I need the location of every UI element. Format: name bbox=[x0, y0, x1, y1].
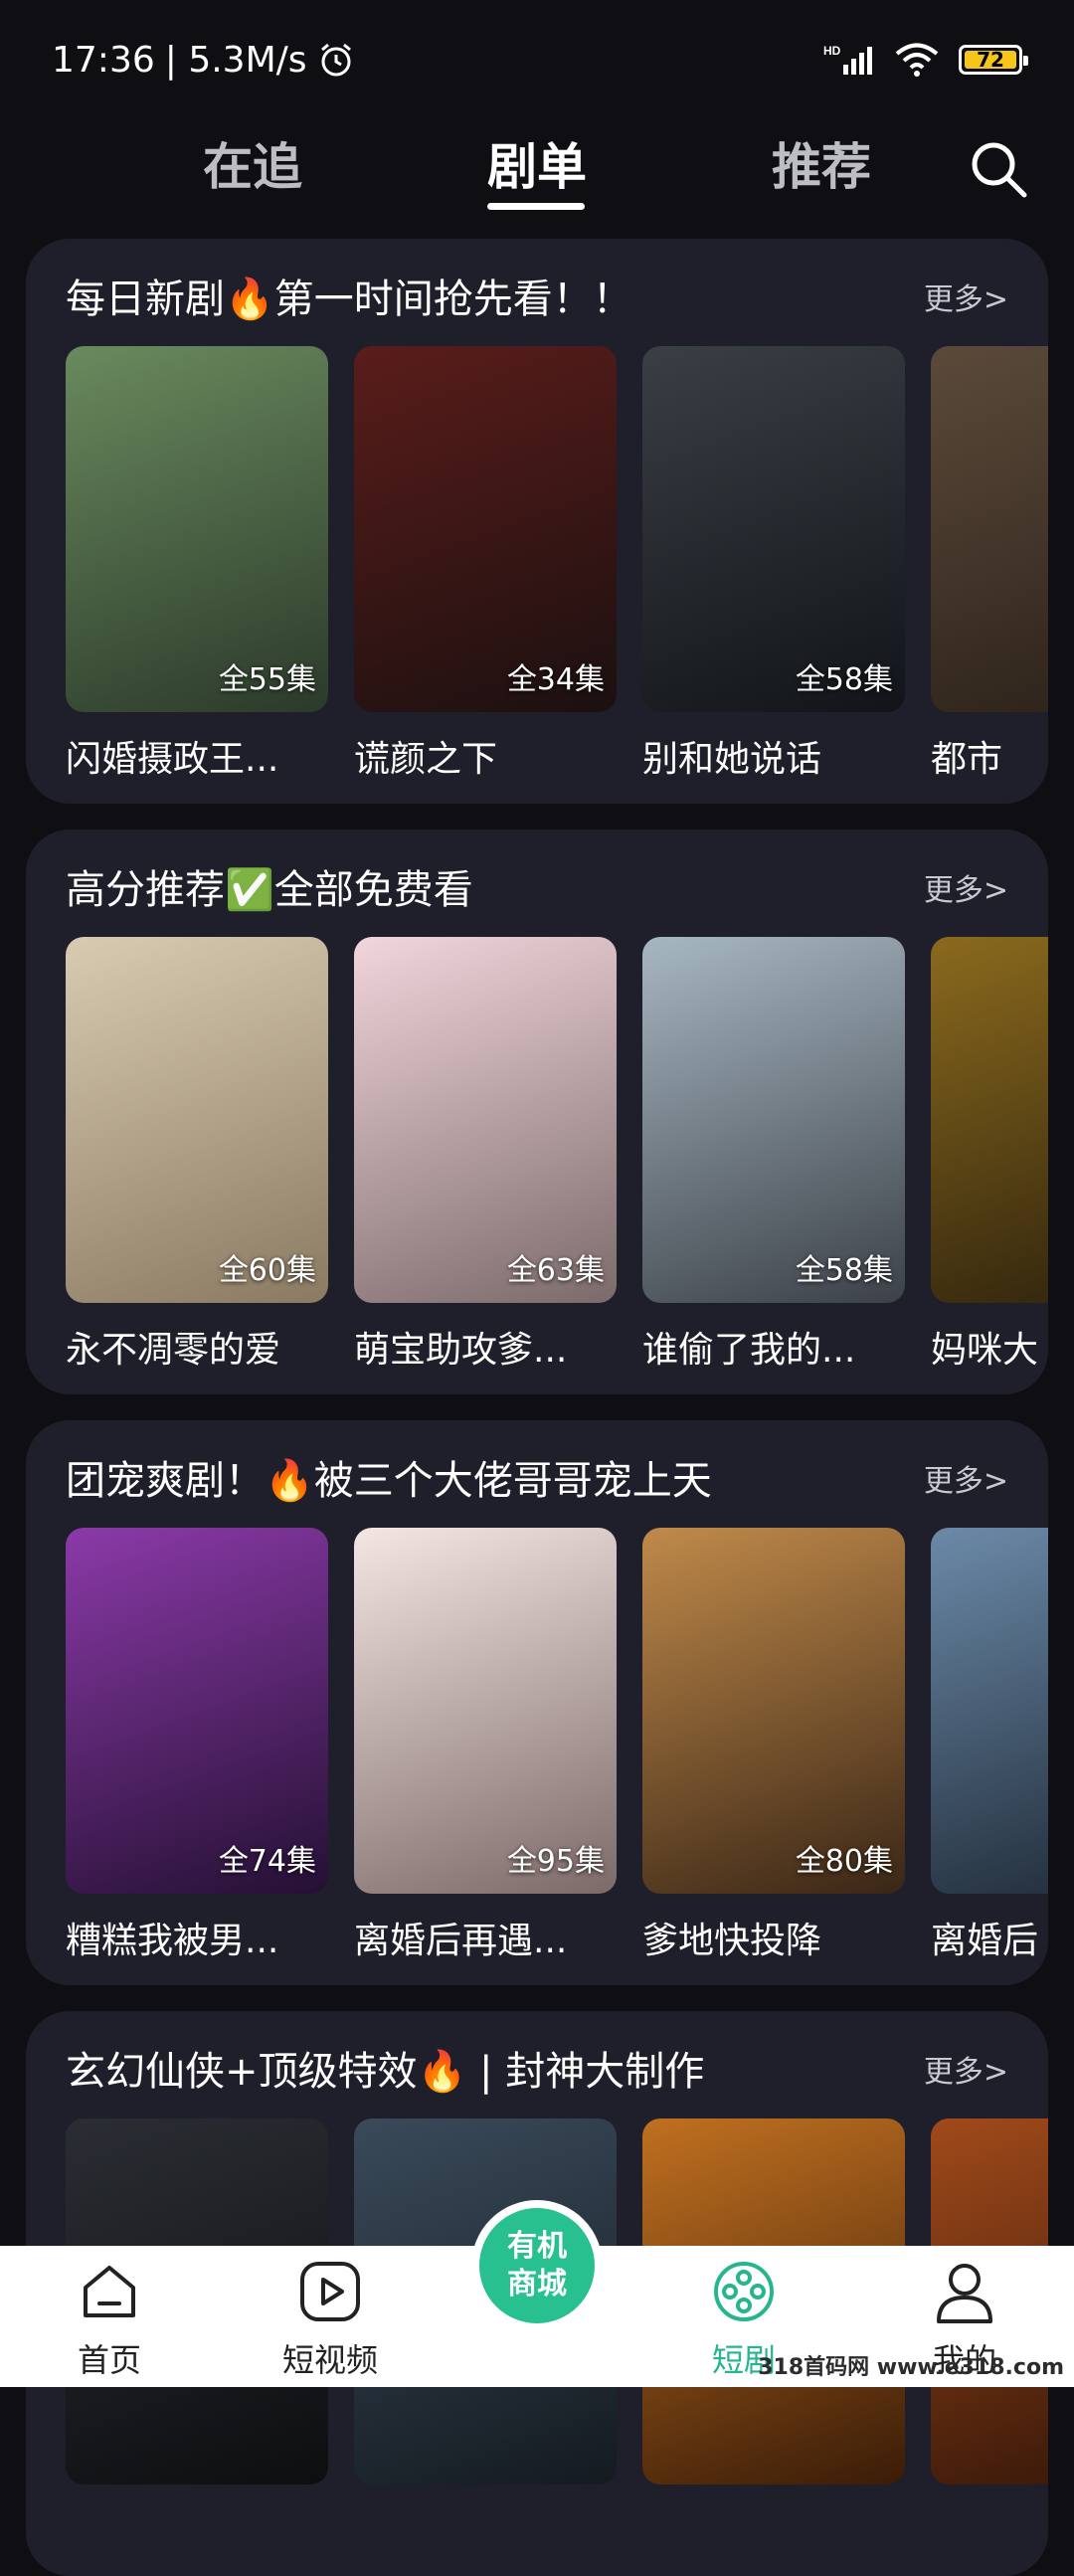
drama-poster[interactable]: 全80集 bbox=[642, 1528, 905, 1894]
episode-count: 全63集 bbox=[507, 1245, 605, 1289]
drama-section: 每日新剧🔥第一时间抢先看！！更多>全55集闪婚摄政王...全34集谎颜之下全58… bbox=[26, 239, 1048, 804]
drama-poster[interactable]: 全74集 bbox=[66, 1528, 328, 1894]
status-time: 17:36 bbox=[52, 40, 155, 81]
section-title: 每日新剧🔥第一时间抢先看！！ bbox=[66, 267, 632, 324]
network-speed: | 5.3M/s bbox=[165, 40, 307, 81]
battery-level: 72 bbox=[965, 51, 1016, 69]
drama-carousel[interactable]: 全60集永不凋零的爱全63集萌宝助攻爹...全58集谁偷了我的...妈咪大 bbox=[66, 937, 1048, 1375]
nav-home-label: 首页 bbox=[30, 2335, 189, 2381]
drama-card[interactable]: 全63集萌宝助攻爹... bbox=[354, 937, 617, 1373]
drama-card[interactable]: 全55集闪婚摄政王... bbox=[66, 346, 328, 782]
drama-card[interactable]: 全58集别和她说话 bbox=[642, 346, 905, 782]
signal-icon: HD bbox=[823, 43, 875, 77]
wifi-icon bbox=[895, 43, 939, 77]
drama-poster[interactable]: 全58集 bbox=[642, 937, 905, 1303]
section-title: 团宠爽剧！🔥被三个大佬哥哥宠上天 bbox=[66, 1448, 712, 1506]
nav-short-video-label: 短视频 bbox=[251, 2335, 410, 2381]
film-reel-icon bbox=[710, 2258, 778, 2325]
drama-poster[interactable]: 全58集 bbox=[642, 346, 905, 712]
drama-card[interactable]: 全74集糟糕我被男... bbox=[66, 1528, 328, 1963]
poster-image bbox=[931, 1528, 1048, 1894]
drama-card[interactable]: 全95集离婚后再遇... bbox=[354, 1528, 617, 1963]
drama-poster[interactable] bbox=[931, 937, 1048, 1303]
organic-mall-button[interactable]: 有机 商城 bbox=[471, 2200, 603, 2331]
more-link[interactable]: 更多> bbox=[924, 1456, 1008, 1500]
episode-count: 全95集 bbox=[507, 1836, 605, 1880]
battery-icon: 72 bbox=[959, 45, 1022, 75]
alarm-icon bbox=[317, 41, 355, 79]
drama-title: 谎颜之下 bbox=[354, 730, 617, 782]
drama-poster[interactable]: 全60集 bbox=[66, 937, 328, 1303]
drama-section: 团宠爽剧！🔥被三个大佬哥哥宠上天更多>全74集糟糕我被男...全95集离婚后再遇… bbox=[26, 1420, 1048, 1985]
nav-home[interactable]: 首页 bbox=[30, 2258, 189, 2381]
drama-card[interactable]: 妈咪大 bbox=[931, 937, 1048, 1373]
drama-poster[interactable]: 全55集 bbox=[66, 346, 328, 712]
mall-label-line2: 商城 bbox=[507, 2266, 567, 2303]
play-icon bbox=[296, 2258, 364, 2325]
drama-poster[interactable]: 全63集 bbox=[354, 937, 617, 1303]
tab-following[interactable]: 在追 bbox=[203, 127, 302, 199]
drama-title: 谁偷了我的... bbox=[642, 1321, 905, 1373]
drama-section: 高分推荐✅全部免费看更多>全60集永不凋零的爱全63集萌宝助攻爹...全58集谁… bbox=[26, 829, 1048, 1394]
more-link[interactable]: 更多> bbox=[924, 2047, 1008, 2091]
drama-title: 闪婚摄政王... bbox=[66, 730, 328, 782]
home-icon bbox=[76, 2258, 143, 2325]
section-title: 高分推荐✅全部免费看 bbox=[66, 857, 473, 915]
episode-count: 全55集 bbox=[219, 654, 316, 698]
drama-card[interactable]: 全60集永不凋零的爱 bbox=[66, 937, 328, 1373]
mall-label-line1: 有机 bbox=[507, 2228, 567, 2266]
episode-count: 全60集 bbox=[219, 1245, 316, 1289]
drama-card[interactable]: 全34集谎颜之下 bbox=[354, 346, 617, 782]
episode-count: 全80集 bbox=[796, 1836, 893, 1880]
nav-short-video[interactable]: 短视频 bbox=[251, 2258, 410, 2381]
drama-title: 萌宝助攻爹... bbox=[354, 1321, 617, 1373]
more-link[interactable]: 更多> bbox=[924, 865, 1008, 909]
episode-count: 全74集 bbox=[219, 1836, 316, 1880]
episode-count: 全34集 bbox=[507, 654, 605, 698]
svg-text:HD: HD bbox=[823, 44, 841, 58]
drama-carousel[interactable]: 全74集糟糕我被男...全95集离婚后再遇...全80集爹地快投降离婚后 bbox=[66, 1528, 1048, 1965]
drama-title: 离婚后再遇... bbox=[354, 1912, 617, 1963]
search-icon[interactable] bbox=[967, 137, 1030, 201]
poster-image bbox=[931, 937, 1048, 1303]
episode-count: 全58集 bbox=[796, 654, 893, 698]
drama-card[interactable]: 都市 bbox=[931, 346, 1048, 782]
drama-title: 别和她说话 bbox=[642, 730, 905, 782]
drama-title: 糟糕我被男... bbox=[66, 1912, 328, 1963]
watermark: 318首码网 www.e318.com bbox=[758, 2349, 1064, 2381]
drama-carousel[interactable]: 全55集闪婚摄政王...全34集谎颜之下全58集别和她说话都市 bbox=[66, 346, 1048, 784]
drama-title: 永不凋零的爱 bbox=[66, 1321, 328, 1373]
drama-card[interactable]: 全58集谁偷了我的... bbox=[642, 937, 905, 1373]
user-icon bbox=[931, 2258, 998, 2325]
drama-title: 妈咪大 bbox=[931, 1321, 1048, 1373]
drama-card[interactable]: 离婚后 bbox=[931, 1528, 1048, 1963]
drama-poster[interactable]: 全95集 bbox=[354, 1528, 617, 1894]
drama-poster[interactable] bbox=[931, 346, 1048, 712]
episode-count: 全58集 bbox=[796, 1245, 893, 1289]
more-link[interactable]: 更多> bbox=[924, 275, 1008, 318]
tab-recommend[interactable]: 推荐 bbox=[772, 127, 871, 199]
drama-title: 离婚后 bbox=[931, 1912, 1048, 1963]
active-tab-indicator bbox=[487, 203, 585, 210]
tab-playlist[interactable]: 剧单 bbox=[487, 127, 587, 199]
poster-image bbox=[931, 346, 1048, 712]
drama-poster[interactable] bbox=[931, 1528, 1048, 1894]
drama-title: 都市 bbox=[931, 730, 1048, 782]
status-bar: 17:36 | 5.3M/s HD 72 bbox=[0, 0, 1074, 119]
drama-poster[interactable]: 全34集 bbox=[354, 346, 617, 712]
drama-title: 爹地快投降 bbox=[642, 1912, 905, 1963]
section-title: 玄幻仙侠+顶级特效🔥 | 封神大制作 bbox=[66, 2039, 704, 2097]
drama-card[interactable]: 全80集爹地快投降 bbox=[642, 1528, 905, 1963]
top-tabs: 在追 剧单 推荐 bbox=[0, 119, 1074, 239]
